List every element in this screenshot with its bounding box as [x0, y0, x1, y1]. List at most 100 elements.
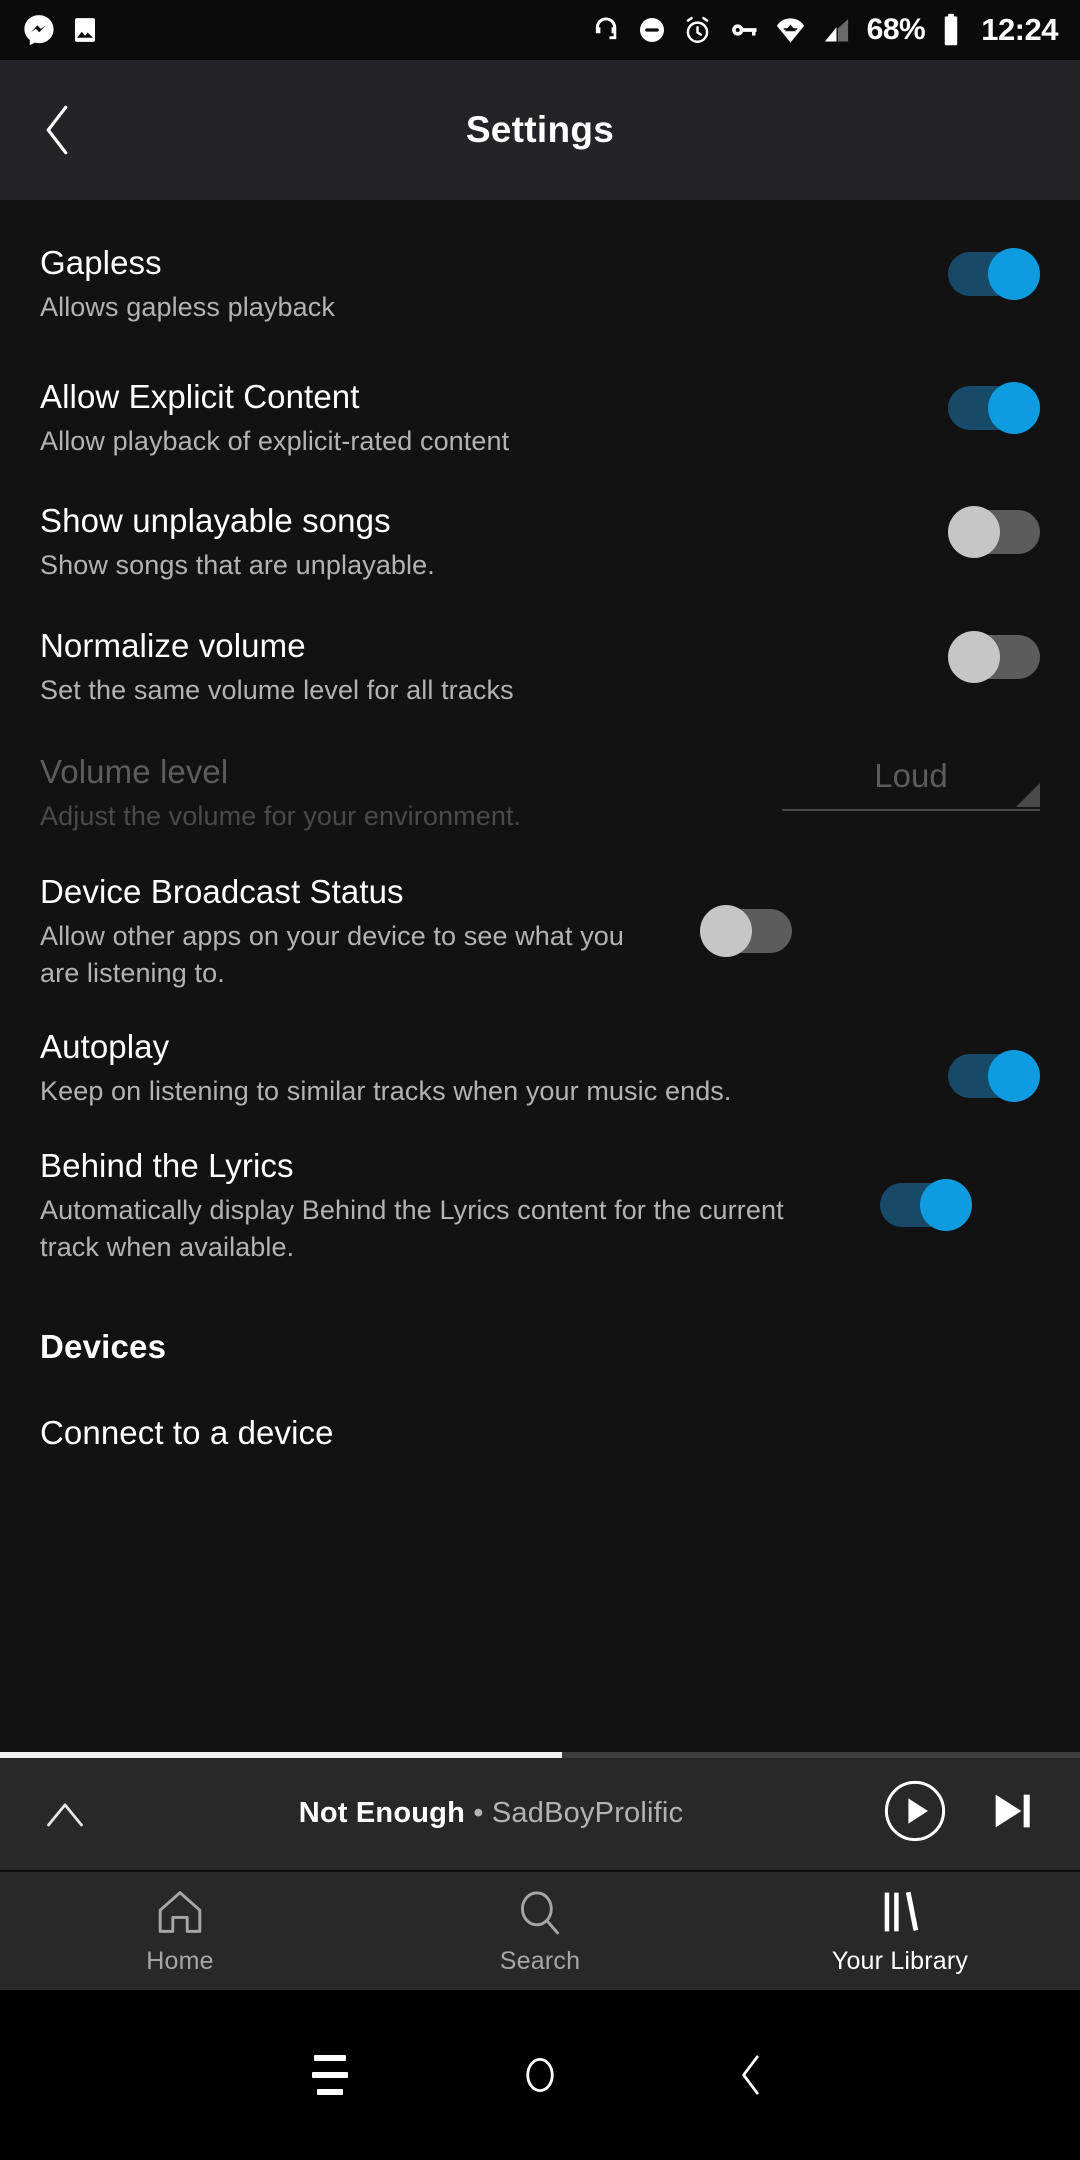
setting-subtitle: Allow playback of explicit-rated content	[40, 426, 510, 457]
status-bar-right-icons: 68% 12:24	[590, 12, 1058, 48]
bottom-tab-bar: Home Search Your Library	[0, 1870, 1080, 1990]
play-button[interactable]	[882, 1778, 948, 1849]
status-bar-left-icons	[22, 13, 100, 47]
setting-title: Autoplay	[40, 1028, 170, 1066]
back-button-system[interactable]	[705, 2030, 795, 2120]
now-playing-meta[interactable]: Not Enough • SadBoyProlific	[100, 1797, 882, 1830]
toggle-behind-the-lyrics[interactable]	[880, 1178, 972, 1231]
app-header: Settings	[0, 60, 1080, 200]
setting-row-gapless[interactable]: Gapless Allows gapless playback	[0, 244, 1080, 326]
tab-label-home: Home	[146, 1946, 214, 1975]
tab-label-your-library: Your Library	[831, 1946, 969, 1975]
wifi-icon	[775, 15, 806, 46]
row-texts: Volume level Adjust the volume for your …	[40, 753, 782, 835]
chevron-up-icon	[47, 1802, 83, 1826]
setting-row-show-unplayable-songs[interactable]: Show unplayable songs Show songs that ar…	[0, 502, 1080, 584]
setting-subtitle: Adjust the volume for your environment.	[40, 800, 522, 831]
back-button[interactable]	[22, 95, 92, 165]
home-button[interactable]	[495, 2030, 585, 2120]
now-playing-artist: SadBoyProlific	[491, 1797, 684, 1829]
toggle-thumb	[948, 506, 1000, 559]
section-heading-devices: Devices	[40, 1328, 167, 1365]
tab-search[interactable]: Search	[360, 1887, 720, 1976]
toggle-autoplay[interactable]	[948, 1050, 1040, 1103]
android-navigation-bar	[0, 1990, 1080, 2160]
toggle-normalize-volume[interactable]	[948, 630, 1040, 683]
setting-title: Normalize volume	[40, 626, 306, 664]
setting-title: Device Broadcast Status	[40, 872, 404, 910]
row-texts: Autoplay Keep on listening to similar tr…	[40, 1028, 948, 1110]
spinner-selected-value: Loud	[874, 756, 948, 794]
setting-row-normalize-volume[interactable]: Normalize volume Set the same volume lev…	[0, 627, 1080, 709]
setting-row-allow-explicit-content[interactable]: Allow Explicit Content Allow playback of…	[0, 378, 1080, 460]
recents-icon	[312, 2055, 348, 2095]
toggle-gapless[interactable]	[948, 248, 1040, 300]
messenger-icon	[22, 13, 56, 47]
status-bar: 68% 12:24	[0, 0, 1080, 60]
expand-player-button[interactable]	[30, 1797, 100, 1831]
photos-icon	[70, 15, 100, 45]
toggle-thumb	[948, 630, 1000, 683]
now-playing-controls	[882, 1778, 1050, 1849]
setting-subtitle: Allow other apps on your device to see w…	[40, 920, 625, 989]
setting-subtitle: Set the same volume level for all tracks	[40, 674, 514, 705]
search-icon	[520, 1890, 560, 1934]
tab-home[interactable]: Home	[0, 1887, 360, 1976]
setting-row-device-broadcast-status[interactable]: Device Broadcast Status Allow other apps…	[0, 873, 1080, 992]
now-playing-inner: Not Enough • SadBoyProlific	[0, 1757, 1080, 1870]
settings-scroll-container[interactable]: Gapless Allows gapless playback Allow Ex…	[0, 200, 1080, 1790]
row-texts: Normalize volume Set the same volume lev…	[40, 627, 948, 709]
cellular-signal-icon	[821, 15, 852, 46]
playback-progress-bar[interactable]	[0, 1752, 1080, 1758]
toggle-thumb	[988, 248, 1040, 300]
playback-progress-fill	[0, 1752, 562, 1758]
tab-label-search: Search	[499, 1946, 581, 1975]
tab-your-library[interactable]: Your Library	[720, 1887, 1080, 1976]
setting-title: Connect to a device	[40, 1414, 334, 1451]
toggle-thumb	[700, 904, 752, 957]
next-track-button[interactable]	[984, 1783, 1040, 1844]
battery-icon	[940, 13, 962, 47]
row-texts: Connect to a device	[40, 1414, 1040, 1453]
toggle-device-broadcast-status[interactable]	[700, 904, 792, 957]
setting-title: Volume level	[40, 752, 229, 790]
setting-subtitle: Allows gapless playback	[40, 291, 335, 322]
setting-subtitle: Keep on listening to similar tracks when…	[40, 1076, 732, 1107]
headphones-icon	[590, 14, 622, 46]
vpn-key-icon	[728, 14, 760, 46]
do-not-disturb-icon	[637, 15, 667, 45]
row-texts: Device Broadcast Status Allow other apps…	[40, 873, 700, 992]
setting-row-connect-to-a-device[interactable]: Connect to a device	[0, 1414, 1080, 1453]
setting-subtitle: Automatically display Behind the Lyrics …	[40, 1194, 784, 1262]
setting-row-autoplay[interactable]: Autoplay Keep on listening to similar tr…	[0, 1028, 1080, 1110]
setting-title: Behind the Lyrics	[40, 1146, 294, 1184]
toggle-thumb	[988, 1050, 1040, 1103]
volume-level-spinner[interactable]: Loud	[782, 757, 1040, 811]
page-title: Settings	[465, 109, 615, 150]
setting-row-volume-level: Volume level Adjust the volume for your …	[0, 753, 1080, 835]
setting-title: Show unplayable songs	[40, 502, 391, 540]
skip-next-icon	[995, 1794, 1030, 1828]
toggle-show-unplayable-songs[interactable]	[948, 506, 1040, 559]
row-texts: Behind the Lyrics Automatically display …	[40, 1147, 880, 1266]
toggle-thumb	[920, 1178, 972, 1231]
play-circle-icon	[884, 1780, 946, 1842]
row-texts: Gapless Allows gapless playback	[40, 244, 948, 326]
recents-button[interactable]	[285, 2030, 375, 2120]
setting-subtitle: Show songs that are unplayable.	[40, 550, 435, 581]
setting-title: Gapless	[40, 244, 162, 281]
toggle-allow-explicit-content[interactable]	[948, 382, 1040, 435]
row-texts: Show unplayable songs Show songs that ar…	[40, 502, 948, 584]
setting-title: Allow Explicit Content	[40, 378, 360, 416]
now-playing-track-title: Not Enough	[298, 1797, 465, 1829]
chevron-left-icon	[46, 105, 68, 155]
home-icon	[158, 1890, 202, 1933]
setting-row-behind-the-lyrics[interactable]: Behind the Lyrics Automatically display …	[0, 1147, 1080, 1266]
home-circle-icon	[526, 2058, 554, 2092]
battery-percent-label: 68%	[866, 13, 926, 46]
now-playing-bullet: •	[473, 1797, 484, 1829]
now-playing-bar[interactable]: Not Enough • SadBoyProlific	[0, 1752, 1080, 1870]
toggle-thumb	[988, 382, 1040, 435]
status-bar-clock: 12:24	[981, 12, 1058, 47]
now-playing-space	[484, 1797, 492, 1829]
